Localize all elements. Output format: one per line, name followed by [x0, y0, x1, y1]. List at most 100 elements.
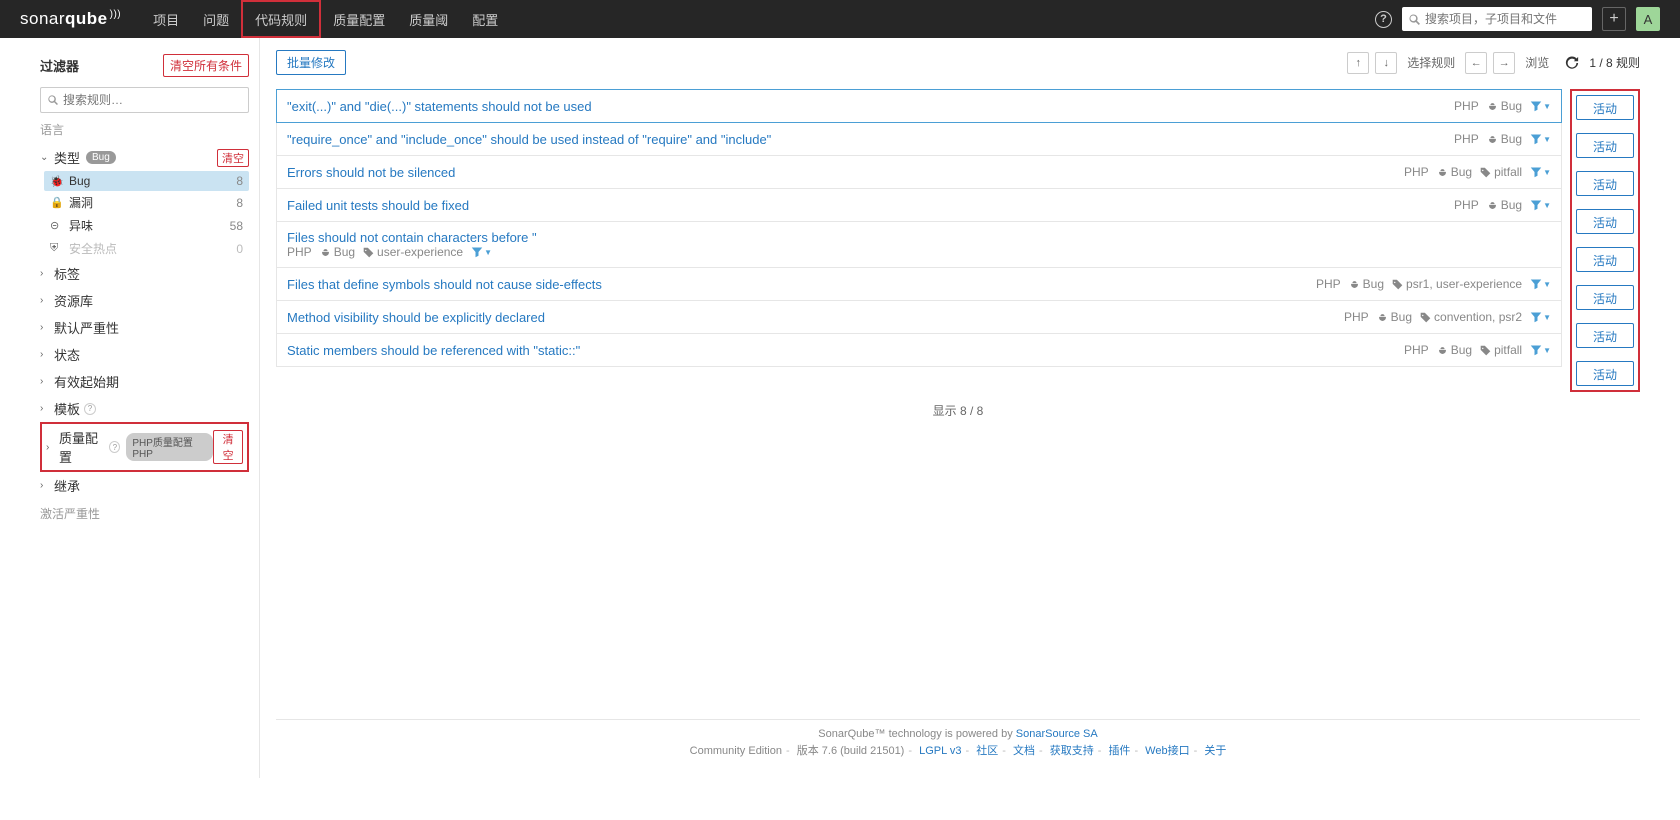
- nav-item-quality-profiles[interactable]: 质量配置: [321, 0, 397, 38]
- rule-row[interactable]: "require_once" and "include_once" should…: [276, 122, 1562, 156]
- reload-button[interactable]: [1565, 56, 1583, 70]
- nav-item-rules[interactable]: 代码规则: [241, 0, 321, 38]
- footer-link[interactable]: Web接口: [1145, 745, 1189, 757]
- activate-button[interactable]: 活动: [1576, 95, 1634, 120]
- help-icon[interactable]: ?: [84, 403, 96, 415]
- rule-title[interactable]: Errors should not be silenced: [287, 165, 455, 180]
- rule-meta: PHP Bug ▼: [1454, 198, 1551, 212]
- user-avatar[interactable]: A: [1636, 7, 1660, 31]
- content-toolbar: 批量修改 ↑ ↓ 选择规则 ← → 浏览 1 / 8 规则: [276, 50, 1640, 75]
- paging-controls: ↑ ↓ 选择规则 ← → 浏览 1 / 8 规则: [1347, 52, 1640, 74]
- rule-row[interactable]: Errors should not be silenced PHP Bug pi…: [276, 155, 1562, 189]
- rule-title[interactable]: "exit(...)" and "die(...)" statements sh…: [287, 99, 592, 114]
- rule-row[interactable]: Static members should be referenced with…: [276, 333, 1562, 367]
- nav-item-quality-gates[interactable]: 质量阈: [397, 0, 460, 38]
- rule-type: Bug: [1349, 277, 1384, 291]
- help-icon[interactable]: ?: [109, 441, 120, 453]
- facet-item-count: 8: [236, 174, 243, 188]
- activate-button[interactable]: 活动: [1576, 323, 1634, 348]
- smell-icon: ⊝: [50, 219, 63, 232]
- filter-search-input[interactable]: [63, 93, 242, 107]
- rule-lang: PHP: [1344, 310, 1369, 324]
- activate-button[interactable]: 活动: [1576, 209, 1634, 234]
- filter-similar-button[interactable]: ▼: [1530, 344, 1551, 356]
- nav-item-projects[interactable]: 项目: [141, 0, 191, 38]
- rule-title[interactable]: Method visibility should be explicitly d…: [287, 310, 545, 325]
- activate-button[interactable]: 活动: [1576, 247, 1634, 272]
- rule-type: Bug: [1487, 99, 1522, 113]
- activate-button[interactable]: 活动: [1576, 361, 1634, 386]
- global-search-input[interactable]: [1425, 12, 1585, 26]
- footer-link[interactable]: 社区: [976, 745, 998, 757]
- browse-forward-button[interactable]: →: [1493, 52, 1515, 74]
- facet-label: 状态: [54, 345, 80, 364]
- rule-title[interactable]: Files should not contain characters befo…: [287, 230, 537, 259]
- activate-button[interactable]: 活动: [1576, 133, 1634, 158]
- page-footer: SonarQube™ technology is powered by Sona…: [276, 719, 1640, 766]
- rule-row[interactable]: Method visibility should be explicitly d…: [276, 300, 1562, 334]
- facet-label: 标签: [54, 264, 80, 283]
- facet-item-vulnerability[interactable]: 🔒 漏洞 8: [44, 191, 249, 214]
- footer-link[interactable]: 关于: [1204, 745, 1226, 757]
- footer-line1: SonarQube™ technology is powered by Sona…: [276, 728, 1640, 740]
- filter-similar-button[interactable]: ▼: [1530, 311, 1551, 323]
- nav-item-issues[interactable]: 问题: [191, 0, 241, 38]
- rule-lang: PHP: [1316, 277, 1341, 291]
- rule-row[interactable]: "exit(...)" and "die(...)" statements sh…: [276, 89, 1562, 123]
- create-button[interactable]: +: [1602, 7, 1626, 31]
- facet-item-bug[interactable]: 🐞 Bug 8: [44, 171, 249, 191]
- filter-similar-button[interactable]: ▼: [1530, 166, 1551, 178]
- bulk-change-button[interactable]: 批量修改: [276, 50, 346, 75]
- rule-title[interactable]: Static members should be referenced with…: [287, 343, 580, 358]
- filter-search[interactable]: [40, 87, 249, 113]
- rule-type: Bug: [1437, 343, 1472, 357]
- footer-link[interactable]: 插件: [1108, 745, 1130, 757]
- filter-similar-button[interactable]: ▼: [1530, 133, 1551, 145]
- facet-template-header[interactable]: 模板?: [40, 395, 249, 422]
- facet-available-since-header[interactable]: 有效起始期: [40, 368, 249, 395]
- nav-item-admin[interactable]: 配置: [460, 0, 510, 38]
- filter-similar-button[interactable]: ▼: [1530, 199, 1551, 211]
- browse-back-button[interactable]: ←: [1465, 52, 1487, 74]
- footer-link[interactable]: 文档: [1013, 745, 1035, 757]
- filter-similar-button[interactable]: ▼: [471, 246, 492, 258]
- global-search[interactable]: [1402, 7, 1592, 31]
- facet-profile-clear-button[interactable]: 清空: [213, 430, 243, 464]
- filter-similar-button[interactable]: ▼: [1530, 278, 1551, 290]
- rule-title[interactable]: Failed unit tests should be fixed: [287, 198, 469, 213]
- footer-text: SonarQube™ technology is powered by: [818, 728, 1016, 740]
- search-icon: [1408, 13, 1421, 26]
- footer-link[interactable]: LGPL v3: [919, 745, 961, 757]
- facet-repo-header[interactable]: 资源库: [40, 287, 249, 314]
- facet-inheritance-header[interactable]: 继承: [40, 472, 249, 499]
- rule-tags: convention, psr2: [1420, 310, 1522, 324]
- facet-type-clear-button[interactable]: 清空: [217, 149, 249, 167]
- select-next-button[interactable]: ↓: [1375, 52, 1397, 74]
- clear-all-button[interactable]: 清空所有条件: [163, 54, 249, 77]
- rule-row[interactable]: Failed unit tests should be fixed PHP Bu…: [276, 188, 1562, 222]
- rule-title[interactable]: Files that define symbols should not cau…: [287, 277, 602, 292]
- facet-profile-header[interactable]: 质量配置 ? PHP质量配置 PHP 清空: [46, 426, 243, 468]
- help-icon[interactable]: ?: [1375, 11, 1392, 28]
- select-prev-button[interactable]: ↑: [1347, 52, 1369, 74]
- facet-severity-header[interactable]: 默认严重性: [40, 314, 249, 341]
- footer-link[interactable]: 获取支持: [1050, 745, 1094, 757]
- facet-item-count: 8: [236, 196, 243, 210]
- facet-type-header[interactable]: 类型 Bug 清空: [40, 144, 249, 171]
- brand-logo[interactable]: sonarqube))): [20, 9, 121, 29]
- rule-tags: user-experience: [363, 245, 463, 259]
- facet-item-codesmell[interactable]: ⊝ 异味 58: [44, 214, 249, 237]
- footer-sonarsource-link[interactable]: SonarSource SA: [1016, 728, 1098, 740]
- brand-part1: sonar: [20, 9, 65, 28]
- facet-tags-header[interactable]: 标签: [40, 260, 249, 287]
- rule-row[interactable]: Files that define symbols should not cau…: [276, 267, 1562, 301]
- rule-title[interactable]: "require_once" and "include_once" should…: [287, 132, 771, 147]
- facet-label: 有效起始期: [54, 372, 119, 391]
- facet-label: 资源库: [54, 291, 93, 310]
- rule-row[interactable]: Files should not contain characters befo…: [276, 221, 1562, 268]
- facet-status-header[interactable]: 状态: [40, 341, 249, 368]
- activate-button[interactable]: 活动: [1576, 285, 1634, 310]
- rule-lang: PHP: [1454, 132, 1479, 146]
- filter-similar-button[interactable]: ▼: [1530, 100, 1551, 112]
- activate-button[interactable]: 活动: [1576, 171, 1634, 196]
